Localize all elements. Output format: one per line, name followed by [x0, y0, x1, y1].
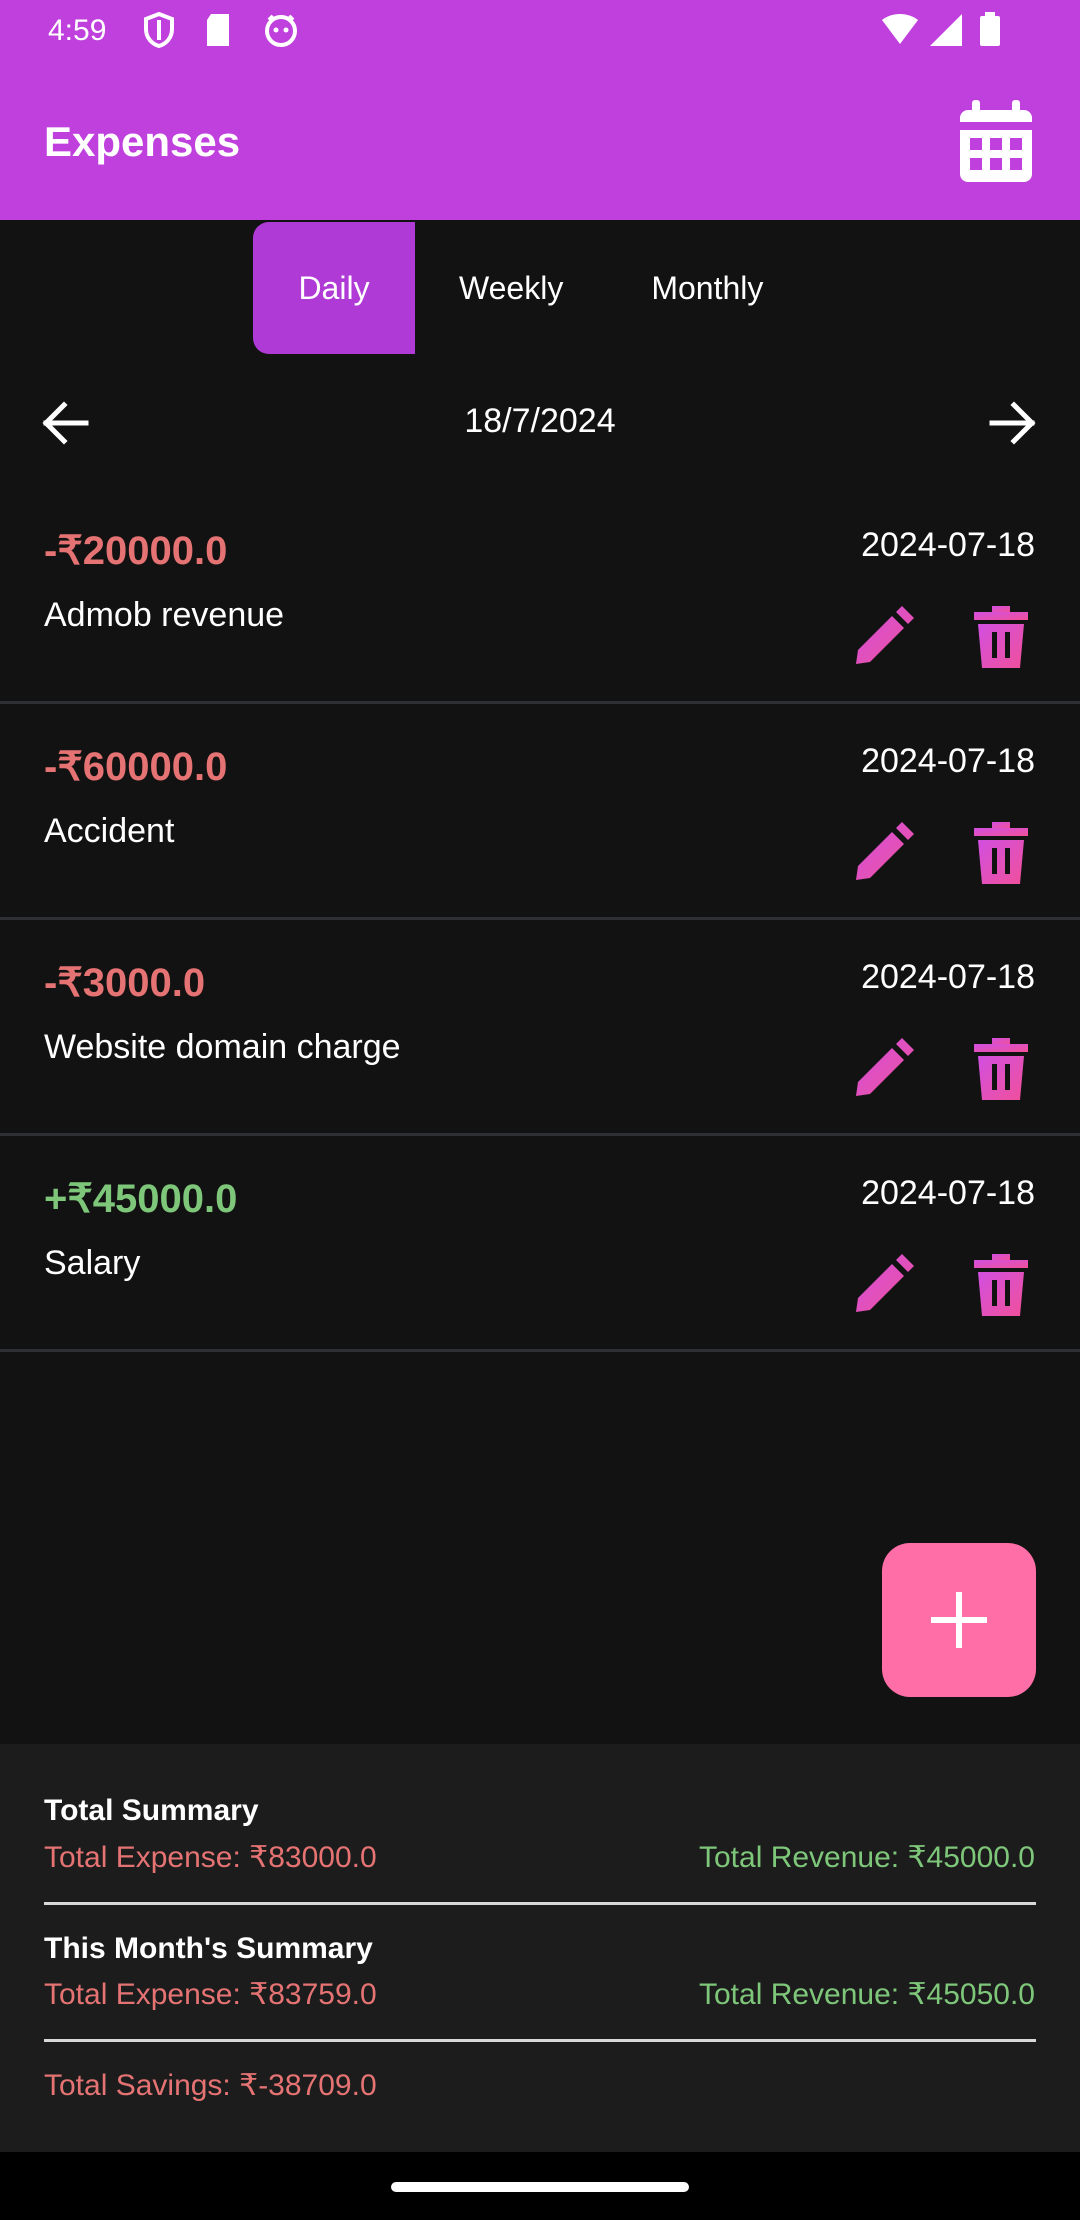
trash-icon [974, 1254, 1028, 1316]
add-entry-button[interactable] [882, 1543, 1036, 1697]
trash-icon [974, 1038, 1028, 1100]
divider [44, 2039, 1036, 2042]
plus-icon [931, 1592, 987, 1648]
summary-panel: Total Summary Total Expense: ₹83000.0 To… [0, 1744, 1080, 2152]
total-summary-title: Total Summary [44, 1794, 259, 1827]
entry-date: 2024-07-18 [861, 526, 1035, 564]
list-item: -₹3000.0 Website domain charge 2024-07-1… [0, 920, 1080, 1136]
edit-button[interactable] [852, 822, 914, 884]
pencil-icon [856, 822, 914, 880]
entry-description: Accident [44, 812, 175, 850]
entry-amount: -₹3000.0 [44, 961, 206, 1005]
tab-daily[interactable]: Daily [253, 222, 415, 354]
battery-icon [978, 12, 1002, 53]
calendar-button[interactable] [958, 100, 1034, 184]
tab-weekly[interactable]: Weekly [415, 222, 607, 354]
delete-button[interactable] [972, 822, 1030, 884]
arrow-right-icon [989, 401, 1036, 445]
edit-button[interactable] [852, 606, 914, 668]
shield-icon [143, 11, 175, 53]
wifi-icon [880, 12, 920, 53]
sd-card-icon [205, 12, 233, 53]
date-navigation: 18/7/2024 [0, 390, 1080, 460]
pencil-icon [856, 1038, 914, 1096]
divider [44, 1902, 1036, 1905]
delete-button[interactable] [972, 606, 1030, 668]
period-tabs: Daily Weekly Monthly [253, 222, 807, 354]
total-expense: Total Expense: ₹83000.0 [44, 1841, 377, 1874]
delete-button[interactable] [972, 1254, 1030, 1316]
entry-amount: -₹20000.0 [44, 529, 228, 573]
entry-description: Salary [44, 1244, 141, 1282]
entry-date: 2024-07-18 [861, 958, 1035, 996]
system-navigation-bar [0, 2152, 1080, 2220]
delete-button[interactable] [972, 1038, 1030, 1100]
transaction-list: -₹20000.0 Admob revenue 2024-07-18 -₹600… [0, 488, 1080, 1352]
month-revenue: Total Revenue: ₹45050.0 [699, 1978, 1035, 2011]
list-item: -₹60000.0 Accident 2024-07-18 [0, 704, 1080, 920]
total-revenue: Total Revenue: ₹45000.0 [699, 1841, 1035, 1874]
page-title: Expenses [44, 118, 241, 165]
entry-date: 2024-07-18 [861, 742, 1035, 780]
calendar-icon [960, 100, 1032, 182]
next-date-button[interactable] [988, 398, 1038, 448]
month-expense: Total Expense: ₹83759.0 [44, 1978, 377, 2011]
trash-icon [974, 606, 1028, 668]
edit-button[interactable] [852, 1038, 914, 1100]
pencil-icon [856, 1254, 914, 1312]
tab-monthly[interactable]: Monthly [607, 222, 807, 354]
pencil-icon [856, 606, 914, 664]
signal-icon [928, 12, 964, 53]
list-item: +₹45000.0 Salary 2024-07-18 [0, 1136, 1080, 1352]
entry-amount: -₹60000.0 [44, 745, 228, 789]
status-bar: 4:59 [0, 0, 1080, 64]
entry-amount: +₹45000.0 [44, 1177, 238, 1221]
cat-face-icon [263, 12, 299, 53]
entry-description: Website domain charge [44, 1028, 401, 1066]
app-bar: Expenses [0, 64, 1080, 220]
entry-description: Admob revenue [44, 596, 285, 634]
current-date: 18/7/2024 [464, 402, 616, 440]
trash-icon [974, 822, 1028, 884]
edit-button[interactable] [852, 1254, 914, 1316]
status-time: 4:59 [48, 14, 107, 47]
list-item: -₹20000.0 Admob revenue 2024-07-18 [0, 488, 1080, 704]
total-savings: Total Savings: ₹-38709.0 [44, 2069, 377, 2102]
home-indicator[interactable] [391, 2182, 689, 2192]
entry-date: 2024-07-18 [861, 1174, 1035, 1212]
month-summary-title: This Month's Summary [44, 1932, 373, 1965]
